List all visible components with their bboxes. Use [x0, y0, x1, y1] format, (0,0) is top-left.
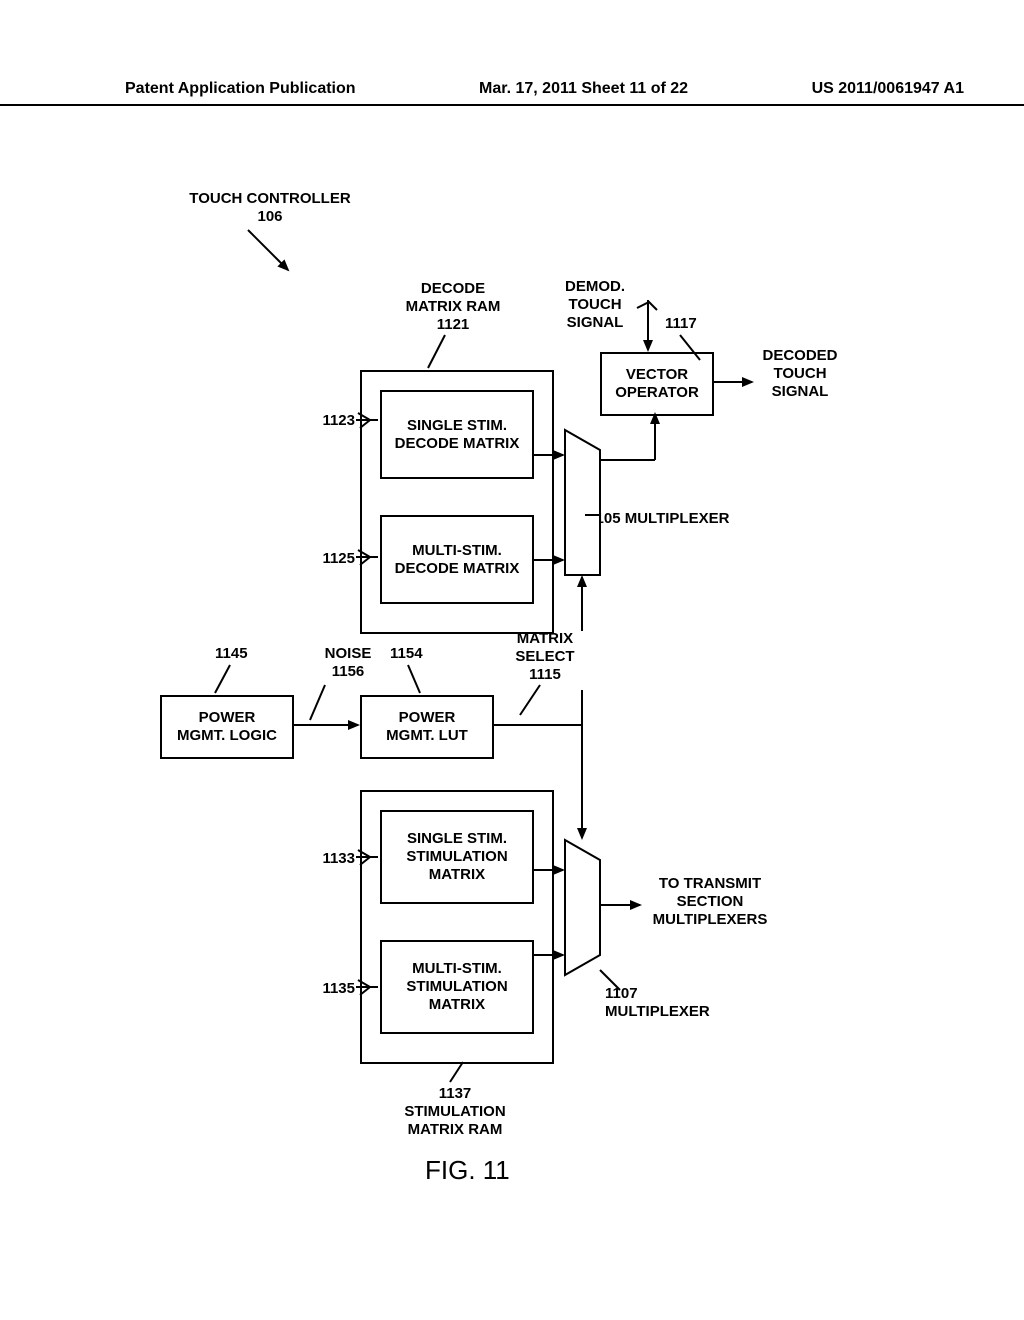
diagram-svg — [0, 0, 1024, 1320]
page: Patent Application Publication Mar. 17, … — [0, 0, 1024, 1320]
